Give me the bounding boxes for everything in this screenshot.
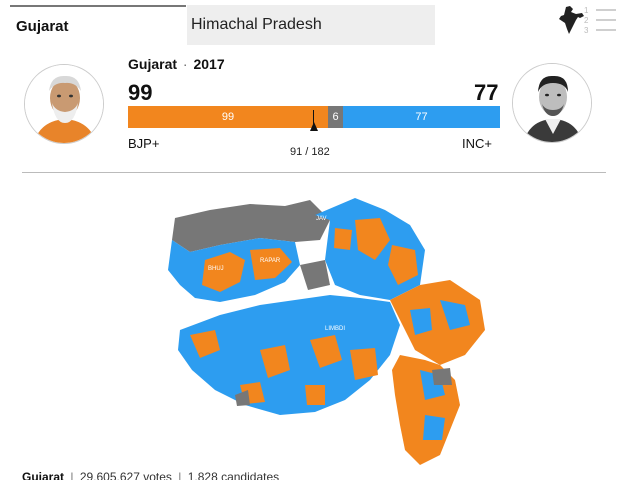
others-bar-segment: 6 <box>328 106 343 128</box>
header-divider <box>22 172 606 173</box>
map-label-rapar: RAPAR <box>260 258 281 264</box>
footer-separator: | <box>70 470 74 480</box>
bjp-party-label: BJP+ <box>128 136 160 151</box>
tab-gujarat[interactable]: Gujarat <box>10 5 186 45</box>
menu-line <box>596 9 616 11</box>
footer-state-name: Gujarat <box>22 470 65 480</box>
map-label-jav: JAV <box>316 216 327 222</box>
menu-line <box>596 19 616 21</box>
menu-line <box>596 29 616 31</box>
map-label-limbdi: LIMBDI <box>325 326 345 332</box>
constituency-map[interactable]: BHUJ RAPAR JAV LIMBDI <box>120 190 500 470</box>
inc-bar-segment: 77 <box>343 106 500 128</box>
majority-marker-icon <box>310 122 318 131</box>
map-region-saurashtra-orange-6[interactable] <box>305 385 325 405</box>
map-region-north-orange-3[interactable] <box>334 228 352 250</box>
menu-number: 2 <box>584 16 589 25</box>
state-tab-bar: Gujarat Himachal Pradesh 1 2 3 <box>0 0 640 46</box>
bjp-leader-avatar <box>24 64 104 144</box>
state-summary: Gujarat | 29,605,627 votes | 1,828 candi… <box>22 470 279 480</box>
election-title: Gujarat · 2017 <box>128 56 225 72</box>
menu-number: 1 <box>584 6 589 15</box>
menu-number: 3 <box>584 26 589 35</box>
bjp-bar-segment: 99 <box>128 106 328 128</box>
india-map-icon[interactable] <box>556 5 586 35</box>
majority-label: 91 / 182 <box>290 146 330 158</box>
map-label-bhuj: BHUJ <box>208 266 224 272</box>
menu-list-icon[interactable]: 1 2 3 <box>584 4 618 38</box>
map-region-saurashtra-orange-4[interactable] <box>350 348 378 380</box>
tab-himachal-pradesh[interactable]: Himachal Pradesh <box>187 5 435 45</box>
map-region-south-gray <box>432 368 452 385</box>
inc-party-label: INC+ <box>462 136 492 151</box>
state-name: Gujarat <box>128 56 178 72</box>
bjp-seat-total: 99 <box>128 80 153 105</box>
title-separator: · <box>182 56 188 72</box>
footer-candidates: 1,828 candidates <box>187 470 280 480</box>
inc-leader-avatar <box>512 63 592 143</box>
footer-votes: 29,605,627 votes <box>79 470 172 480</box>
election-year: 2017 <box>193 56 225 72</box>
footer-separator: | <box>178 470 182 480</box>
map-region-south-blue-2[interactable] <box>423 415 445 440</box>
inc-seat-total: 77 <box>474 80 499 105</box>
map-region-kutch-gray <box>300 260 330 290</box>
